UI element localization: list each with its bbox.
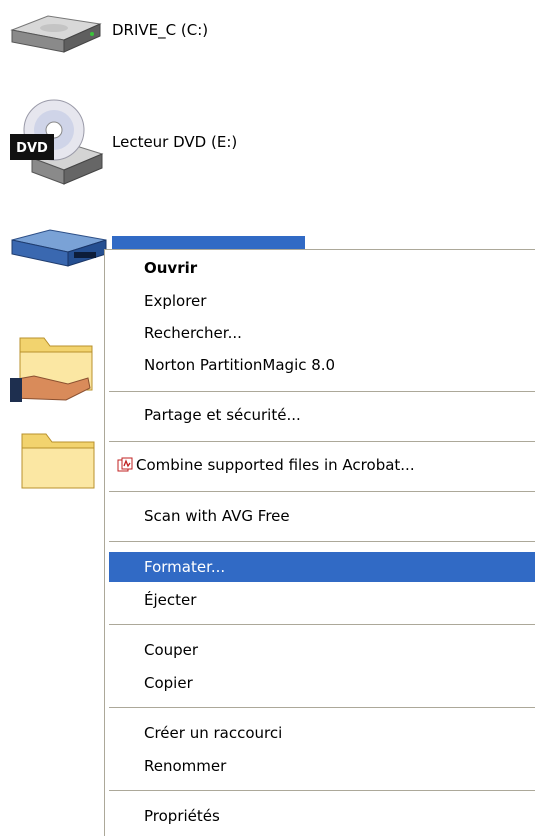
hard-drive-icon[interactable]: [8, 8, 104, 56]
svg-text:DVD: DVD: [16, 141, 48, 156]
menu-separator: [109, 707, 535, 708]
menu-item-label: Renommer: [144, 757, 227, 775]
menu-item-partitionmagic[interactable]: Norton PartitionMagic 8.0: [108, 350, 532, 380]
drive-c-label: DRIVE_C (C:): [112, 21, 209, 39]
dvd-drive-icon[interactable]: DVD: [8, 96, 104, 188]
menu-item-label: Copier: [144, 674, 193, 692]
menu-item-acrobat[interactable]: Combine supported files in Acrobat...: [108, 450, 532, 480]
menu-separator: [109, 441, 535, 442]
menu-item-open[interactable]: Ouvrir: [108, 253, 532, 283]
menu-separator: [109, 391, 535, 392]
menu-item-search[interactable]: Rechercher...: [108, 318, 532, 348]
menu-item-label: Scan with AVG Free: [144, 507, 290, 525]
menu-item-label: Partage et sécurité...: [144, 406, 301, 424]
menu-item-rename[interactable]: Renommer: [108, 751, 532, 781]
dvd-drive-item[interactable]: Lecteur DVD (E:): [112, 133, 237, 151]
menu-item-label: Explorer: [144, 292, 207, 310]
folder-icon[interactable]: [18, 428, 98, 494]
removable-drive-icon[interactable]: [8, 226, 108, 276]
menu-item-label: Formater...: [144, 558, 226, 576]
menu-item-label: Éjecter: [144, 591, 197, 609]
menu-item-label: Rechercher...: [144, 324, 242, 342]
menu-item-copy[interactable]: Copier: [108, 668, 532, 698]
dvd-drive-label: Lecteur DVD (E:): [112, 133, 238, 151]
menu-item-label: Créer un raccourci: [144, 724, 283, 742]
menu-item-cut[interactable]: Couper: [108, 635, 532, 665]
desktop: DRIVE_C (C:) DVD Lecteur DVD (E:) Ouvrir…: [0, 0, 535, 836]
menu-separator: [109, 541, 535, 542]
menu-item-label: Ouvrir: [144, 259, 198, 277]
context-menu: Ouvrir Explorer Rechercher... Norton Par…: [104, 249, 535, 836]
menu-item-sharing[interactable]: Partage et sécurité...: [108, 400, 532, 430]
menu-separator: [109, 491, 535, 492]
menu-item-label: Norton PartitionMagic 8.0: [144, 356, 336, 374]
menu-separator: [109, 624, 535, 625]
menu-item-explore[interactable]: Explorer: [108, 286, 532, 316]
acrobat-icon: [117, 457, 133, 473]
menu-item-format[interactable]: Formater...: [109, 552, 535, 582]
menu-item-properties[interactable]: Propriétés: [108, 801, 532, 831]
menu-item-create-shortcut[interactable]: Créer un raccourci: [108, 718, 532, 748]
menu-item-eject[interactable]: Éjecter: [108, 585, 532, 615]
menu-item-label: Combine supported files in Acrobat...: [136, 456, 415, 474]
menu-item-avg-scan[interactable]: Scan with AVG Free: [108, 501, 532, 531]
menu-separator: [109, 790, 535, 791]
drive-c-item[interactable]: DRIVE_C (C:): [112, 21, 208, 39]
shared-folder-icon[interactable]: [8, 318, 100, 408]
menu-item-label: Propriétés: [144, 807, 220, 825]
menu-item-label: Couper: [144, 641, 199, 659]
